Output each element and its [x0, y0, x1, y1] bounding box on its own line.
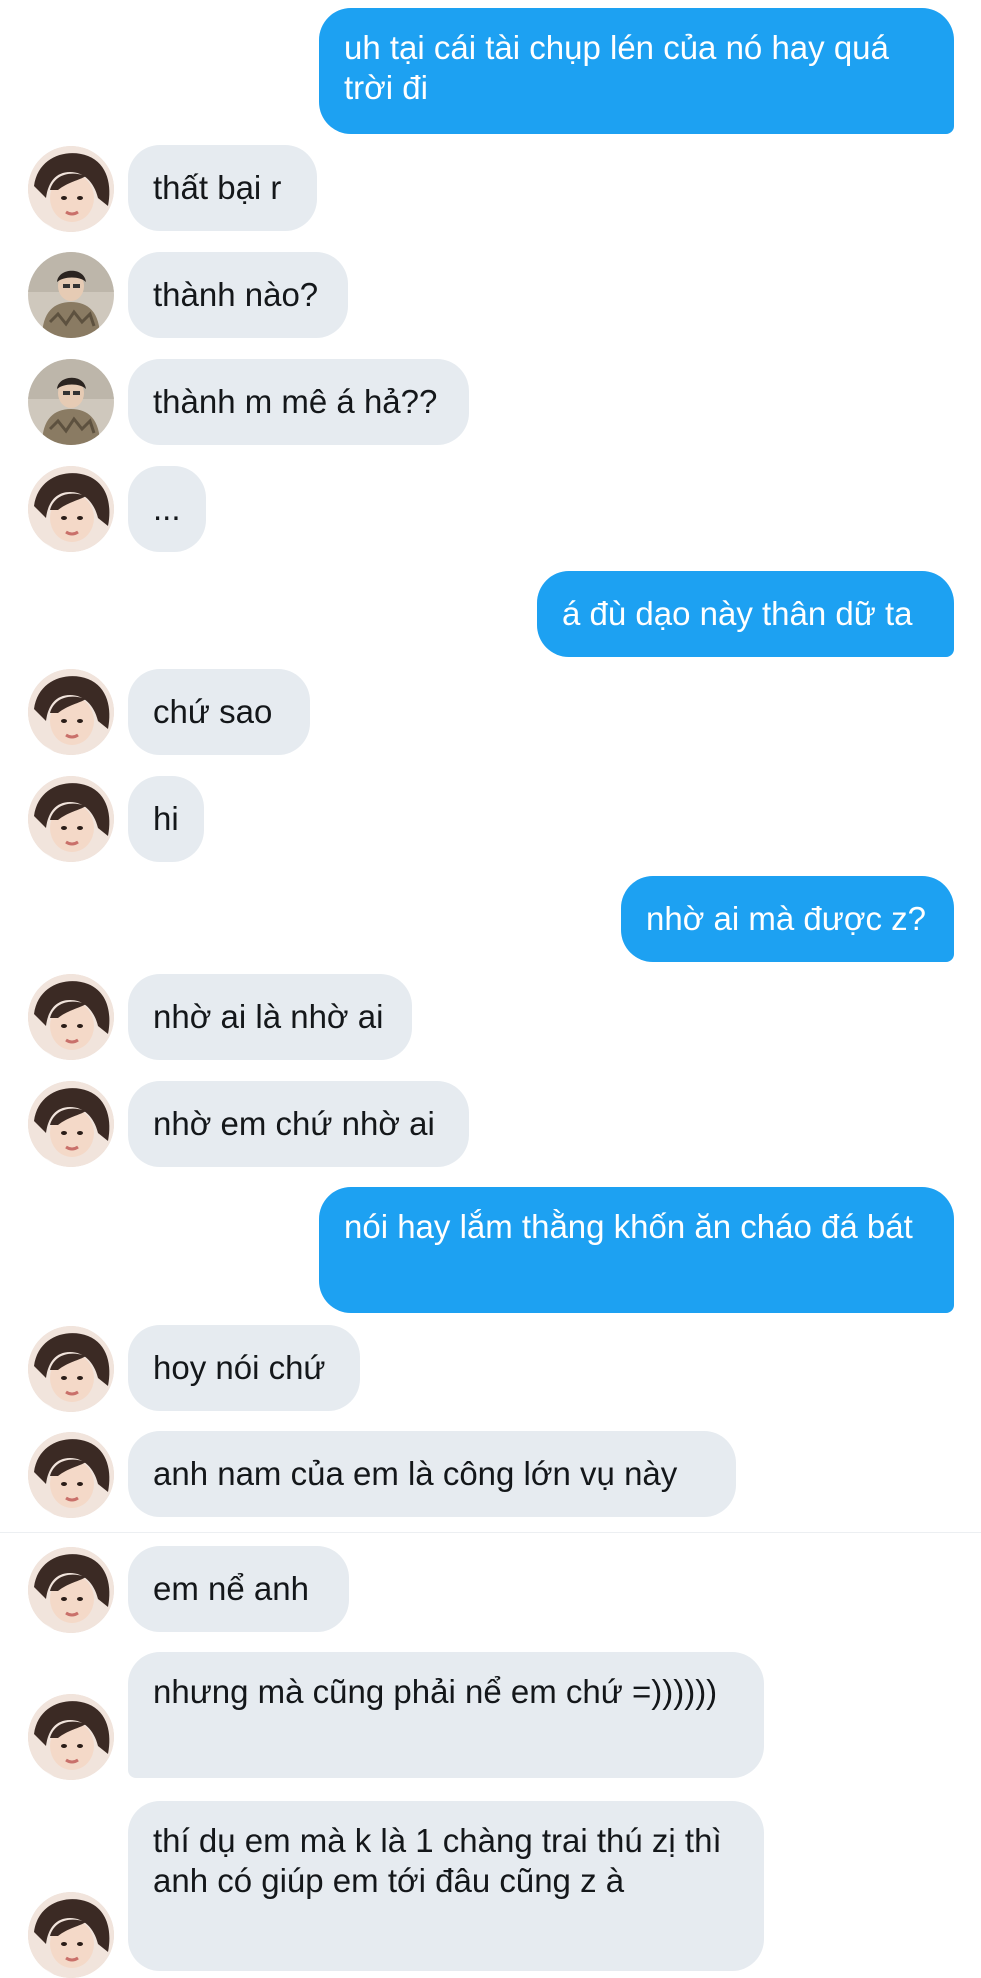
girl-avatar[interactable]: [28, 1081, 114, 1167]
message-text: em nể anh: [153, 1570, 309, 1607]
boy-avatar[interactable]: [28, 359, 114, 445]
message-text: hoy nói chứ: [153, 1349, 326, 1386]
message-text: nhờ em chứ nhờ ai: [153, 1105, 435, 1142]
message-text: nói hay lắm thằng khốn ăn cháo đá bát: [344, 1208, 913, 1245]
incoming-message-bubble[interactable]: nhờ em chứ nhờ ai: [128, 1081, 469, 1167]
message-text: ...: [153, 490, 181, 527]
girl-avatar[interactable]: [28, 1694, 114, 1780]
incoming-message-bubble[interactable]: thất bại r: [128, 145, 317, 231]
incoming-message-bubble[interactable]: thành nào?: [128, 252, 348, 338]
incoming-message-bubble[interactable]: hoy nói chứ: [128, 1325, 360, 1411]
girl-avatar[interactable]: [28, 974, 114, 1060]
message-text: nhờ ai mà được z?: [646, 900, 926, 937]
outgoing-message-bubble[interactable]: nhờ ai mà được z?: [621, 876, 954, 962]
incoming-message-bubble[interactable]: thành m mê á hả??: [128, 359, 469, 445]
girl-avatar[interactable]: [28, 1432, 114, 1518]
incoming-message-bubble[interactable]: nhưng mà cũng phải nể em chứ =)))))): [128, 1652, 764, 1778]
message-text: thí dụ em mà k là 1 chàng trai thú zị th…: [153, 1822, 731, 1899]
message-text: thất bại r: [153, 169, 282, 206]
incoming-message-bubble[interactable]: chứ sao: [128, 669, 310, 755]
message-text: anh nam của em là công lớn vụ này: [153, 1455, 678, 1492]
message-text: uh tại cái tài chụp lén của nó hay quá t…: [344, 29, 899, 106]
girl-avatar[interactable]: [28, 1547, 114, 1633]
incoming-message-bubble[interactable]: anh nam của em là công lớn vụ này: [128, 1431, 736, 1517]
incoming-message-bubble[interactable]: hi: [128, 776, 204, 862]
message-text: thành nào?: [153, 276, 319, 313]
outgoing-message-bubble[interactable]: nói hay lắm thằng khốn ăn cháo đá bát: [319, 1187, 954, 1313]
girl-avatar[interactable]: [28, 669, 114, 755]
outgoing-message-bubble[interactable]: á đù dạo này thân dữ ta: [537, 571, 954, 657]
incoming-message-bubble[interactable]: ...: [128, 466, 206, 552]
incoming-message-bubble[interactable]: nhờ ai là nhờ ai: [128, 974, 412, 1060]
message-text: chứ sao: [153, 693, 273, 730]
boy-avatar[interactable]: [28, 252, 114, 338]
message-text: hi: [153, 800, 179, 837]
girl-avatar[interactable]: [28, 776, 114, 862]
message-text: á đù dạo này thân dữ ta: [562, 595, 913, 632]
incoming-message-bubble[interactable]: thí dụ em mà k là 1 chàng trai thú zị th…: [128, 1801, 764, 1971]
conversation-thread[interactable]: uh tại cái tài chụp lén của nó hay quá t…: [0, 0, 981, 1978]
screenshot-seam: [0, 1532, 981, 1533]
outgoing-message-bubble[interactable]: uh tại cái tài chụp lén của nó hay quá t…: [319, 8, 954, 134]
girl-avatar[interactable]: [28, 1326, 114, 1412]
message-text: nhưng mà cũng phải nể em chứ =)))))): [153, 1673, 718, 1710]
girl-avatar[interactable]: [28, 1892, 114, 1978]
incoming-message-bubble[interactable]: em nể anh: [128, 1546, 349, 1632]
message-text: nhờ ai là nhờ ai: [153, 998, 384, 1035]
girl-avatar[interactable]: [28, 466, 114, 552]
message-text: thành m mê á hả??: [153, 383, 438, 420]
girl-avatar[interactable]: [28, 146, 114, 232]
